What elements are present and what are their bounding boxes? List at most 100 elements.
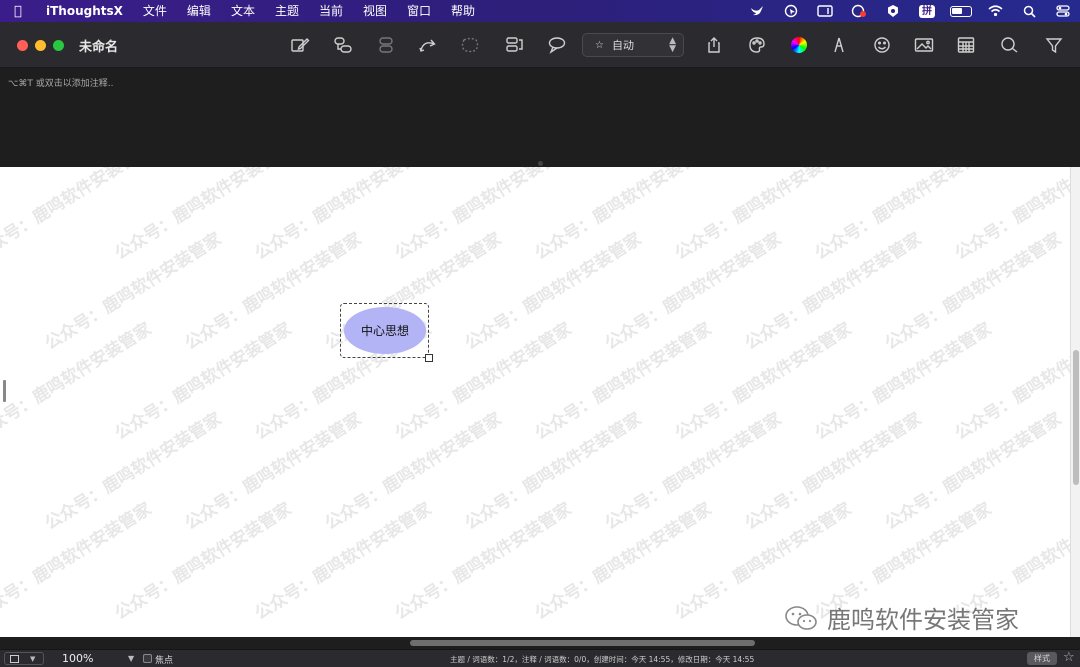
notes-area[interactable]: ⌥⌘T 或双击以添加注释.. xyxy=(0,68,1080,165)
shield-icon[interactable] xyxy=(876,0,910,22)
watermark-text: 公众号：鹿鸣软件安装管家 xyxy=(671,319,856,445)
callout-layout-button[interactable] xyxy=(500,32,528,58)
emoji-button[interactable] xyxy=(868,32,896,58)
sibling-topic-icon xyxy=(379,37,393,53)
chevron-down-icon: ▼ xyxy=(30,654,36,663)
menu-text[interactable]: 文本 xyxy=(221,0,265,22)
menu-help[interactable]: 帮助 xyxy=(441,0,485,22)
window-maximize-button[interactable] xyxy=(53,40,64,51)
style-button[interactable]: 样式 xyxy=(1027,652,1057,665)
cloud-sync-icon[interactable] xyxy=(842,0,876,22)
mindmap-canvas[interactable]: 公众号：鹿鸣软件安装管家 公众号：鹿鸣软件安装管家 公众号：鹿鸣软件安装管家 公众号：… xyxy=(0,167,1070,637)
favorite-star-icon[interactable]: ☆ xyxy=(1063,650,1075,665)
callout-button[interactable] xyxy=(543,32,571,58)
watermark-text: 公众号：鹿鸣软件安装管家 xyxy=(391,499,576,625)
image-button[interactable] xyxy=(910,32,938,58)
watermark-text: 公众号：鹿鸣软件安装管家 xyxy=(391,167,576,265)
window-close-button[interactable] xyxy=(17,40,28,51)
cursor-icon[interactable] xyxy=(774,0,808,22)
share-button[interactable] xyxy=(700,32,728,58)
color-wheel-icon xyxy=(791,37,807,53)
menu-current[interactable]: 当前 xyxy=(309,0,353,22)
image-icon xyxy=(914,38,934,52)
focus-checkbox[interactable] xyxy=(143,654,152,663)
add-sibling-button[interactable] xyxy=(373,32,401,58)
watermark-text: 公众号：鹿鸣软件安装管家 xyxy=(111,499,296,625)
palette-icon xyxy=(749,37,765,53)
watermark-text: 公众号：鹿鸣软件安装管家 xyxy=(741,229,926,355)
watermark-text: 公众号：鹿鸣软件安装管家 xyxy=(461,229,646,355)
notes-placeholder: ⌥⌘T 或双击以添加注释.. xyxy=(8,79,114,89)
dashed-boundary-icon xyxy=(461,37,479,53)
child-topic-icon xyxy=(334,37,352,53)
status-bar: ▼ 100% ▼ 焦点 主题 / 词语数：1/2，注释 / 词语数：0/0，创建… xyxy=(0,649,1080,667)
watermark-text: 公众号：鹿鸣软件安装管家 xyxy=(741,409,926,535)
star-icon: ☆ xyxy=(595,39,604,51)
control-center-icon[interactable] xyxy=(1046,0,1080,22)
topic-resize-handle[interactable] xyxy=(425,354,433,362)
menu-app-name[interactable]: iThoughtsX xyxy=(44,0,133,22)
search-icon xyxy=(1001,37,1018,53)
wifi-icon[interactable] xyxy=(978,0,1012,22)
central-topic[interactable]: 中心思想 xyxy=(344,307,426,354)
left-panel-handle[interactable] xyxy=(3,380,6,402)
status-menu-area: 拼 xyxy=(740,0,1080,22)
filter-funnel-icon xyxy=(1045,38,1063,54)
watermark-text: 公众号：鹿鸣软件安装管家 xyxy=(671,167,856,265)
calendar-button[interactable] xyxy=(952,32,980,58)
watermark-text: 公众号：鹿鸣软件安装管家 xyxy=(0,499,156,625)
relationship-button[interactable] xyxy=(414,32,442,58)
watermark-text: 公众号：鹿鸣软件安装管家 xyxy=(881,409,1066,535)
menu-file[interactable]: 文件 xyxy=(133,0,177,22)
boundary-button[interactable] xyxy=(456,32,484,58)
central-topic-selection[interactable]: 中心思想 xyxy=(340,303,433,362)
share-icon xyxy=(708,37,720,53)
watermark-text: 公众号：鹿鸣软件安装管家 xyxy=(321,409,506,535)
style-select[interactable]: ☆ 自动 ▲ ▼ xyxy=(582,33,684,57)
split-handle[interactable] xyxy=(538,161,543,166)
watermark-text: 公众号：鹿鸣软件安装管家 xyxy=(111,319,296,445)
battery-icon[interactable] xyxy=(944,0,978,22)
font-button[interactable] xyxy=(826,32,854,58)
edit-topic-button[interactable] xyxy=(286,32,314,58)
input-method-icon[interactable]: 拼 xyxy=(910,0,944,22)
speech-bubble-icon xyxy=(548,37,566,54)
watermark-text: 公众号：鹿鸣软件安装管家 xyxy=(251,167,436,265)
menu-view[interactable]: 视图 xyxy=(353,0,397,22)
brand-watermark-text: 鹿鸣软件安装管家 xyxy=(827,606,1019,634)
menu-topic[interactable]: 主题 xyxy=(265,0,309,22)
watermark-text: 公众号：鹿鸣软件安装管家 xyxy=(0,319,156,445)
vertical-scrollbar[interactable] xyxy=(1070,167,1080,637)
spotlight-search-icon[interactable] xyxy=(1012,0,1046,22)
menu-bar:  iThoughtsX 文件 编辑 文本 主题 当前 视图 窗口 帮助 拼 xyxy=(0,0,1080,22)
zoom-chevron-down-icon[interactable]: ▼ xyxy=(128,654,134,663)
menu-window[interactable]: 窗口 xyxy=(397,0,441,22)
window-minimize-button[interactable] xyxy=(35,40,46,51)
watermark-text: 公众号：鹿鸣软件安装管家 xyxy=(111,167,296,265)
vertical-scroll-thumb[interactable] xyxy=(1073,350,1079,485)
calendar-grid-icon xyxy=(957,37,975,53)
filter-button[interactable] xyxy=(1040,32,1068,58)
zoom-level[interactable]: 100% xyxy=(62,652,93,665)
theme-button[interactable] xyxy=(743,32,771,58)
horizontal-scroll-thumb[interactable] xyxy=(410,640,755,646)
panel-icon xyxy=(10,654,19,663)
apple-menu-icon[interactable]:  xyxy=(14,4,30,19)
watermark-text: 公众号：鹿鸣软件安装管家 xyxy=(531,167,716,265)
color-button[interactable] xyxy=(785,32,813,58)
watermark-text: 公众号：鹿鸣软件安装管家 xyxy=(811,167,996,265)
document-info: 主题 / 词语数：1/2，注释 / 词语数：0/0，创建时间：今天 14:55，… xyxy=(450,655,755,664)
screen-mirror-icon[interactable] xyxy=(808,0,842,22)
style-select-value: 自动 xyxy=(611,39,634,52)
horizontal-scrollbar[interactable] xyxy=(0,637,1080,649)
add-child-button[interactable] xyxy=(329,32,357,58)
watermark-text: 公众号：鹿鸣软件安装管家 xyxy=(601,229,786,355)
menu-edit[interactable]: 编辑 xyxy=(177,0,221,22)
view-mode-button[interactable]: ▼ xyxy=(4,652,44,665)
watermark-text: 公众号：鹿鸣软件安装管家 xyxy=(881,229,1066,355)
watermark-text: 公众号：鹿鸣软件安装管家 xyxy=(811,319,996,445)
focus-label: 焦点 xyxy=(155,656,174,666)
search-button[interactable] xyxy=(995,32,1023,58)
layout-icon xyxy=(506,37,523,52)
bird-icon[interactable] xyxy=(740,0,774,22)
